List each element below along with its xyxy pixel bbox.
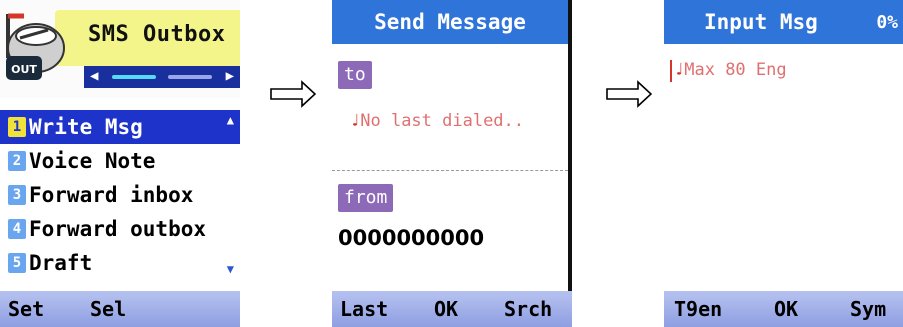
input-message-screen: Input Msg 0% ♩Max 80 Eng T9en OK Sym	[664, 0, 903, 327]
outbox-icon: OUT	[6, 13, 65, 80]
menu-item-voice-note[interactable]: 2 Voice Note	[0, 144, 240, 178]
tab-indicator-inactive	[168, 75, 212, 79]
outbox-icon-label: OUT	[11, 63, 37, 76]
outbox-menu: 1 Write Msg 2 Voice Note 3 Forward inbox…	[0, 110, 240, 280]
softkey-bar: T9en OK Sym	[664, 291, 903, 327]
scroll-down-icon[interactable]: ▼	[227, 262, 234, 276]
title-bar: Input Msg 0%	[664, 0, 903, 44]
divider	[332, 170, 568, 171]
arrow-right-icon	[270, 80, 316, 108]
softkey-last[interactable]: Last	[340, 297, 388, 321]
menu-item-draft[interactable]: 5 Draft	[0, 246, 240, 280]
menu-item-forward-inbox[interactable]: 3 Forward inbox	[0, 178, 240, 212]
send-message-screen: Send Message to ♩No last dialed.. from 0…	[332, 0, 572, 327]
sms-outbox-screen: SMS Outbox OUT ◀ ▶ 1 Write Msg 2 Voice N…	[0, 0, 240, 327]
menu-item-label: Forward outbox	[29, 217, 207, 241]
screen-title: SMS Outbox	[88, 22, 226, 47]
menu-item-label: Draft	[29, 251, 93, 275]
message-input[interactable]: ♩Max 80 Eng	[674, 60, 787, 80]
screen-edge	[568, 0, 572, 327]
title-bar: Send Message	[332, 0, 572, 44]
menu-item-label: Write Msg	[29, 115, 143, 139]
softkey-sym[interactable]: Sym	[850, 297, 886, 321]
menu-item-label: Voice Note	[29, 149, 156, 173]
text-cursor-icon: ♩	[350, 111, 361, 131]
from-label: from	[338, 184, 394, 212]
to-label: to	[338, 61, 372, 89]
menu-number-badge: 4	[8, 219, 26, 239]
to-placeholder: No last dialed..	[360, 111, 525, 131]
tab-switcher[interactable]: ◀ ▶	[84, 66, 240, 88]
message-placeholder: Max 80 Eng	[684, 60, 787, 80]
softkey-bar: Set Sel	[0, 291, 240, 327]
softkey-t9en[interactable]: T9en	[674, 297, 722, 321]
softkey-bar: Last OK Srch	[332, 291, 572, 327]
menu-number-badge: 1	[8, 117, 26, 137]
menu-item-forward-outbox[interactable]: 4 Forward outbox	[0, 212, 240, 246]
tab-indicator-active	[112, 75, 156, 79]
softkey-ok[interactable]: OK	[774, 297, 798, 321]
menu-number-badge: 2	[8, 151, 26, 171]
scroll-up-icon[interactable]: ▲	[227, 113, 234, 127]
menu-item-label: Forward inbox	[29, 183, 194, 207]
screen-title: Send Message	[374, 10, 526, 34]
outbox-header: SMS Outbox OUT ◀ ▶	[0, 0, 240, 98]
softkey-ok[interactable]: OK	[434, 297, 458, 321]
to-field[interactable]: ♩No last dialed..	[350, 111, 524, 131]
softkey-sel[interactable]: Sel	[90, 297, 126, 321]
arrow-right-icon	[606, 80, 652, 108]
text-cursor-icon: ♩	[674, 60, 685, 80]
softkey-srch[interactable]: Srch	[504, 297, 552, 321]
menu-item-write-msg[interactable]: 1 Write Msg	[0, 110, 240, 144]
softkey-set[interactable]: Set	[8, 297, 44, 321]
triangle-left-icon[interactable]: ◀	[90, 68, 98, 84]
screen-title: Input Msg	[704, 10, 818, 34]
menu-number-badge: 3	[8, 185, 26, 205]
from-number[interactable]: 0000000000	[338, 226, 484, 250]
triangle-right-icon[interactable]: ▶	[226, 68, 234, 84]
char-counter: 0%	[876, 12, 898, 33]
text-cursor	[670, 60, 672, 82]
menu-number-badge: 5	[8, 253, 26, 273]
